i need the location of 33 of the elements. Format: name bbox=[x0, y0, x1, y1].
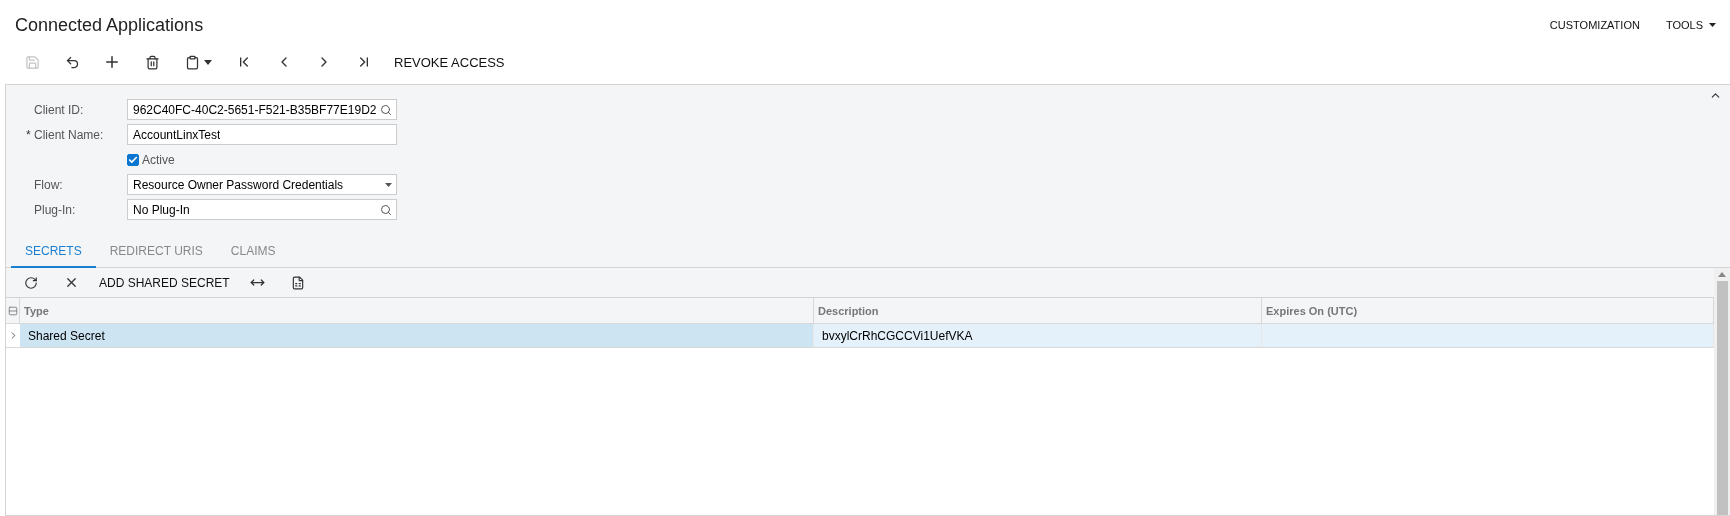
revoke-access-button[interactable]: REVOKE ACCESS bbox=[384, 47, 515, 77]
spreadsheet-icon bbox=[290, 275, 305, 290]
tab[interactable]: SECRETS bbox=[11, 236, 96, 268]
caret-icon bbox=[1709, 23, 1716, 27]
page-title: Connected Applications bbox=[15, 14, 204, 36]
table-cell: bvxylCrRhCGCCVi1UefVKA bbox=[814, 324, 1262, 348]
field-label: Plug-In: bbox=[34, 202, 76, 217]
search-icon bbox=[380, 203, 392, 216]
dropdown-field[interactable]: Resource Owner Password Credentials bbox=[127, 174, 397, 195]
tools-menu[interactable]: TOOLS bbox=[1665, 19, 1716, 31]
active-checkbox[interactable]: Active bbox=[127, 152, 175, 167]
clipboard-icon bbox=[184, 54, 212, 70]
field-label: Flow: bbox=[34, 177, 63, 192]
table-cell: Shared Secret bbox=[20, 324, 814, 348]
input-field[interactable]: AccountLinxTest bbox=[127, 124, 397, 145]
add-shared-secret-button[interactable]: ADD SHARED SECRET bbox=[91, 269, 238, 296]
caret-icon bbox=[385, 182, 392, 187]
required-mark: * bbox=[26, 127, 32, 142]
save-icon bbox=[24, 54, 40, 70]
field-label: Client Name: bbox=[34, 127, 104, 142]
trash-icon bbox=[144, 54, 160, 70]
row-settings-icon[interactable] bbox=[7, 305, 18, 316]
refresh-icon bbox=[24, 275, 38, 290]
search-icon bbox=[380, 103, 392, 116]
input-field[interactable]: No Plug-In bbox=[127, 199, 397, 220]
plus-icon bbox=[103, 53, 121, 71]
undo-icon bbox=[64, 54, 80, 70]
scrollbar[interactable] bbox=[1714, 268, 1730, 515]
check-icon bbox=[128, 154, 138, 165]
menu-link[interactable]: CUSTOMIZATION bbox=[1549, 19, 1640, 31]
input-field[interactable]: 962C40FC-40C2-5651-F521-B35BF77E19D2 bbox=[127, 99, 397, 120]
scroll-up-icon[interactable] bbox=[1718, 272, 1726, 277]
field-label: Client ID: bbox=[34, 102, 84, 117]
